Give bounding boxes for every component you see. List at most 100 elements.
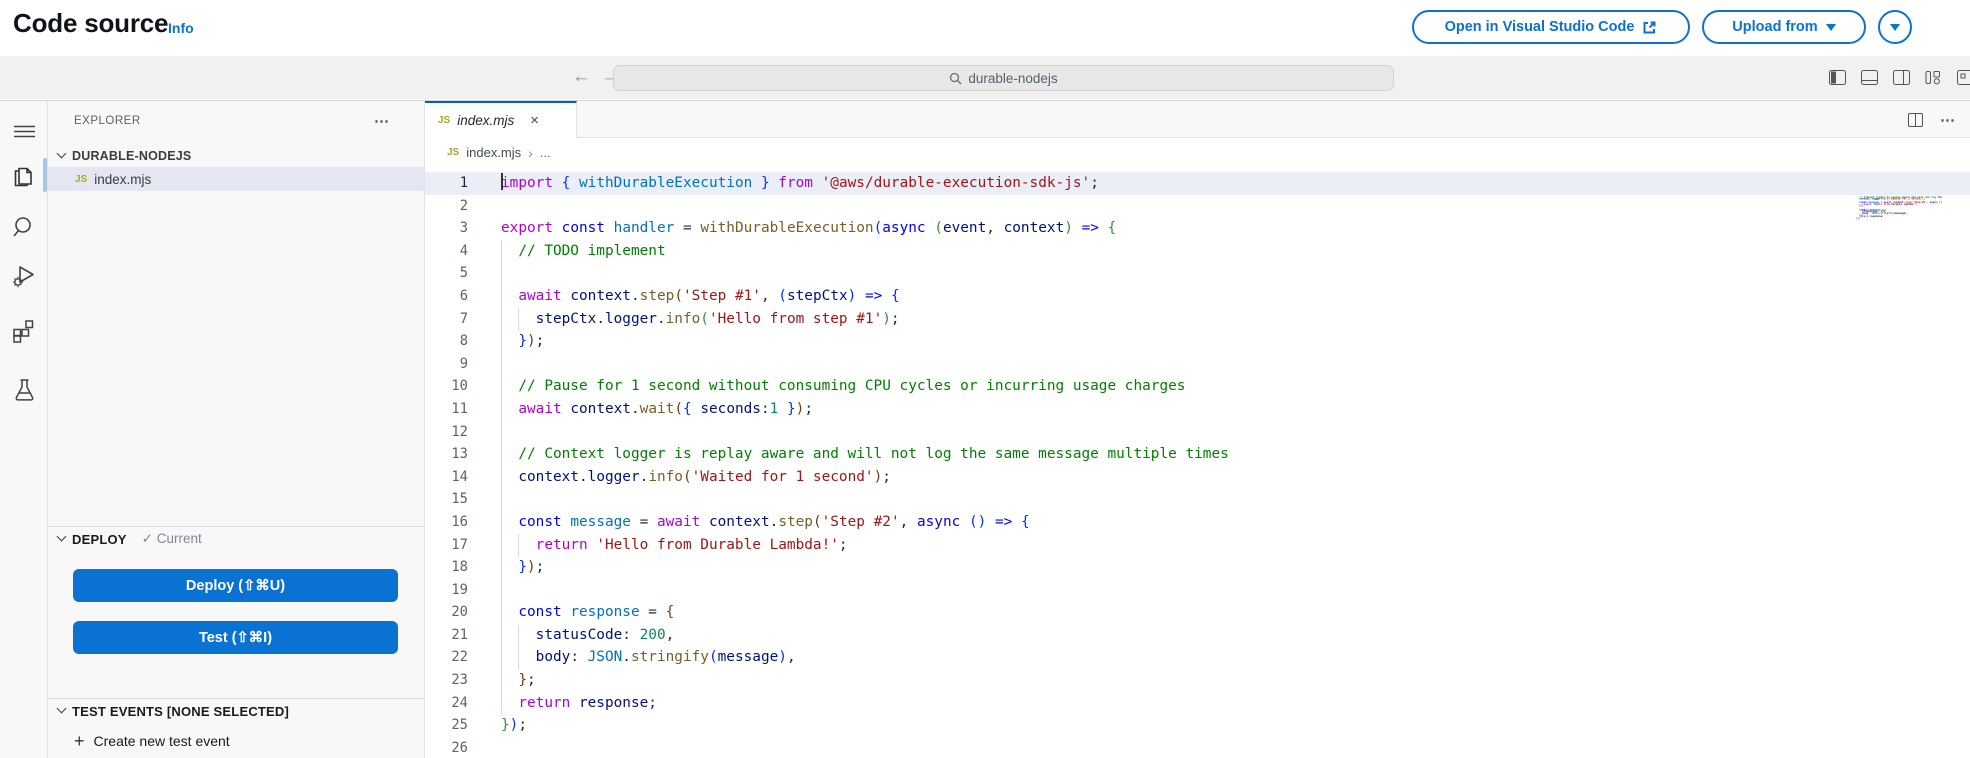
open-in-vscode-button[interactable]: Open in Visual Studio Code	[1412, 10, 1690, 44]
toggle-right-panel-icon[interactable]	[1893, 70, 1910, 85]
workspace-folder-label: DURABLE-NODEJS	[72, 149, 191, 163]
tab-bar: JS index.mjs × ⋯	[425, 101, 1970, 138]
chevron-down-icon	[57, 149, 67, 159]
more-layout-icon[interactable]	[1957, 70, 1970, 85]
line-number: 25	[425, 714, 501, 737]
layout-controls	[1829, 56, 1964, 99]
code-line-22[interactable]: 22 body: JSON.stringify(message),	[425, 646, 1970, 669]
code-line-15[interactable]: 15	[425, 488, 1970, 511]
editor-toolbar: ← → durable-nodejs	[0, 56, 1970, 99]
toggle-bottom-panel-icon[interactable]	[1861, 70, 1878, 85]
code-line-8[interactable]: 8 });	[425, 330, 1970, 353]
deploy-section-label: DEPLOY	[72, 532, 127, 547]
page-title: Code source	[13, 8, 168, 39]
line-number: 21	[425, 624, 501, 647]
line-number: 12	[425, 421, 501, 444]
test-beaker-icon[interactable]	[0, 374, 48, 404]
code-line-3[interactable]: 3export const handler = withDurableExecu…	[425, 217, 1970, 240]
line-number: 26	[425, 737, 501, 758]
code-line-2[interactable]: 2	[425, 195, 1970, 218]
more-actions-icon[interactable]: ⋯	[1940, 111, 1956, 129]
line-content: const message = await context.step('Step…	[501, 514, 1030, 530]
create-test-event-link[interactable]: + Create new test event	[48, 728, 424, 754]
line-number: 13	[425, 443, 501, 466]
code-lines: 1import { withDurableExecution } from '@…	[425, 167, 1970, 758]
customize-layout-icon[interactable]	[1925, 70, 1942, 85]
code-line-13[interactable]: 13 // Context logger is replay aware and…	[425, 443, 1970, 466]
code-line-10[interactable]: 10 // Pause for 1 second without consumi…	[425, 375, 1970, 398]
more-actions-button[interactable]	[1878, 10, 1912, 44]
code-line-5[interactable]: 5	[425, 262, 1970, 285]
breadcrumb: JS index.mjs › ...	[425, 138, 1970, 167]
menu-icon[interactable]	[0, 116, 48, 146]
javascript-file-icon: JS	[447, 147, 459, 158]
editor-pane: JS index.mjs × ⋯ JS index.mjs › ...	[425, 101, 1970, 758]
code-line-17[interactable]: 17 return 'Hello from Durable Lambda!';	[425, 534, 1970, 557]
code-line-18[interactable]: 18 });	[425, 556, 1970, 579]
test-button[interactable]: Test (⇧⌘I)	[73, 621, 398, 654]
code-line-26[interactable]: 26	[425, 737, 1970, 758]
command-center-search[interactable]: durable-nodejs	[613, 65, 1394, 91]
chevron-down-icon	[57, 532, 67, 542]
line-number: 2	[425, 195, 501, 218]
line-content: });	[501, 333, 544, 349]
code-line-16[interactable]: 16 const message = await context.step('S…	[425, 511, 1970, 534]
info-link[interactable]: Info	[168, 20, 194, 36]
code-line-11[interactable]: 11 await context.wait({ seconds:1 });	[425, 398, 1970, 421]
code-line-9[interactable]: 9	[425, 353, 1970, 376]
extensions-icon[interactable]	[0, 316, 48, 346]
toggle-left-panel-icon[interactable]	[1829, 70, 1846, 85]
line-content: return 'Hello from Durable Lambda!';	[501, 537, 848, 553]
code-line-1[interactable]: 1import { withDurableExecution } from '@…	[425, 172, 1970, 195]
deploy-section-header[interactable]: DEPLOY ✓ Current	[48, 526, 424, 552]
code-line-24[interactable]: 24 return response;	[425, 692, 1970, 715]
plus-icon: +	[74, 732, 85, 750]
upload-from-button[interactable]: Upload from	[1702, 10, 1866, 44]
line-number: 9	[425, 353, 501, 376]
code-line-21[interactable]: 21 statusCode: 200,	[425, 624, 1970, 647]
code-line-25[interactable]: 25});	[425, 714, 1970, 737]
deploy-button[interactable]: Deploy (⇧⌘U)	[73, 569, 398, 602]
tab-index-mjs[interactable]: JS index.mjs ×	[425, 101, 577, 138]
chevron-down-icon	[57, 704, 67, 714]
code-line-4[interactable]: 4 // TODO implement	[425, 240, 1970, 263]
lambda-code-source-page: Code source Info Open in Visual Studio C…	[0, 0, 1970, 758]
line-content: const response = {	[501, 604, 674, 620]
file-row-index-mjs[interactable]: JS index.mjs	[48, 167, 424, 191]
line-content: // Context logger is replay aware and wi…	[501, 446, 1229, 462]
javascript-file-icon: JS	[75, 174, 87, 185]
create-test-event-label: Create new test event	[94, 733, 230, 749]
close-icon[interactable]: ×	[530, 114, 539, 128]
search-icon[interactable]	[0, 213, 48, 243]
code-line-20[interactable]: 20 const response = {	[425, 601, 1970, 624]
code-line-12[interactable]: 12	[425, 421, 1970, 444]
code-line-23[interactable]: 23 };	[425, 669, 1970, 692]
workspace-folder-row[interactable]: DURABLE-NODEJS	[48, 145, 424, 167]
line-number: 1	[425, 172, 501, 195]
deploy-status: ✓ Current	[142, 531, 202, 547]
explorer-more-icon[interactable]: ⋯	[374, 112, 390, 130]
explorer-icon[interactable]	[0, 162, 48, 192]
search-icon	[949, 72, 962, 85]
test-events-section-header[interactable]: TEST EVENTS [NONE SELECTED]	[48, 698, 424, 724]
line-content: };	[501, 672, 536, 688]
code-line-19[interactable]: 19	[425, 579, 1970, 602]
code-line-6[interactable]: 6 await context.step('Step #1', (stepCtx…	[425, 285, 1970, 308]
search-value: durable-nodejs	[968, 71, 1057, 86]
code-line-7[interactable]: 7 stepCtx.logger.info('Hello from step #…	[425, 308, 1970, 331]
run-debug-icon[interactable]	[0, 261, 48, 291]
chevron-right-icon: ›	[528, 145, 533, 161]
line-number: 24	[425, 692, 501, 715]
line-content: // TODO implement	[501, 243, 666, 259]
code-editor[interactable]: 1import { withDurableExecution } from '@…	[425, 167, 1970, 758]
code-line-14[interactable]: 14 context.logger.info('Waited for 1 sec…	[425, 466, 1970, 489]
split-editor-icon[interactable]	[1908, 113, 1923, 127]
breadcrumb-file[interactable]: index.mjs	[466, 145, 521, 160]
active-view-indicator	[43, 158, 47, 192]
line-number: 6	[425, 285, 501, 308]
chevron-down-icon	[1890, 24, 1900, 31]
back-arrow-icon[interactable]: ←	[572, 56, 591, 99]
breadcrumb-symbol[interactable]: ...	[540, 145, 551, 160]
code-workbench: EXPLORER ⋯ DURABLE-NODEJS JS index.mjs D…	[0, 100, 1970, 758]
line-number: 10	[425, 375, 501, 398]
